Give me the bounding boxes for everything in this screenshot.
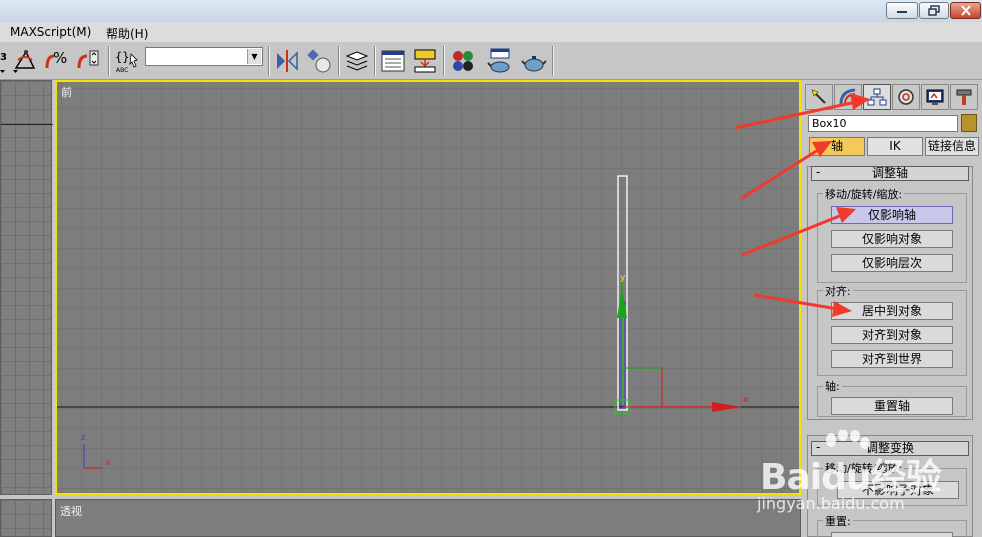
quick-render-icon[interactable]: [521, 48, 547, 74]
svg-text:%: %: [53, 49, 67, 67]
center-to-object-button[interactable]: 居中到对象: [831, 302, 953, 320]
toolbar-separator: [374, 46, 376, 76]
menu-help[interactable]: 帮助(H): [106, 25, 148, 42]
modify-icon: [839, 88, 856, 105]
toolbar-separator: [552, 46, 554, 76]
corner-x-label: x: [106, 458, 111, 467]
align-to-object-button[interactable]: 对齐到对象: [831, 326, 953, 344]
utilities-tab[interactable]: [950, 84, 978, 110]
alignment-label: 对齐:: [823, 283, 853, 299]
affect-hierarchy-only-button[interactable]: 仅影响层次: [831, 254, 953, 272]
dont-affect-children-button[interactable]: 不影响子对象: [837, 481, 959, 499]
gizmo-x-arrow: [712, 402, 742, 412]
toolbar-separator: [268, 46, 270, 76]
viewport-label-perspective[interactable]: 透视: [60, 503, 82, 519]
adjust-pivot-title: 调整轴: [871, 166, 908, 180]
motion-tab[interactable]: [892, 84, 920, 110]
collapse-toggle[interactable]: -: [816, 441, 820, 454]
align-icon[interactable]: [306, 48, 332, 74]
display-icon: [926, 89, 944, 105]
angle-snap-icon[interactable]: [12, 48, 38, 74]
toolbar-separator: [338, 46, 340, 76]
layer-manager-icon[interactable]: [344, 48, 370, 74]
collapse-toggle[interactable]: -: [816, 166, 820, 179]
create-tab[interactable]: [805, 84, 833, 110]
main-toolbar: 3 % {} ABC ▼: [0, 42, 982, 80]
spinner-snap-icon[interactable]: [76, 48, 102, 74]
display-tab[interactable]: [921, 84, 949, 110]
hammer-icon: [956, 89, 972, 105]
affect-pivot-only-button[interactable]: 仅影响轴: [831, 206, 953, 224]
perspective-viewport[interactable]: 透视: [55, 499, 801, 537]
hierarchy-icon: [867, 88, 887, 106]
object-color-swatch[interactable]: [961, 114, 977, 132]
menu-bar: MAXScript(M) 帮助(H): [0, 22, 982, 42]
percent-snap-icon[interactable]: %: [44, 48, 70, 74]
partial-toolbar-icon[interactable]: 3: [0, 48, 8, 74]
align-to-world-button[interactable]: 对齐到世界: [831, 350, 953, 368]
svg-text:ABC: ABC: [116, 67, 128, 74]
svg-text:{}: {}: [115, 50, 129, 64]
reset-group-label: 重置:: [823, 513, 853, 529]
corner-z-label: z: [81, 433, 85, 442]
close-icon: [960, 5, 971, 16]
ground-line: [1, 124, 53, 125]
move-rotate-scale-label: 移动/旋转/缩放:: [823, 186, 905, 202]
svg-text:3: 3: [0, 52, 7, 63]
reset-button-partial[interactable]: [831, 532, 953, 537]
restore-button[interactable]: [919, 2, 949, 19]
bottom-left-viewport-partial[interactable]: [0, 499, 52, 537]
render-setup-icon[interactable]: [487, 48, 513, 74]
adjust-pivot-rollout-header[interactable]: - 调整轴: [811, 166, 969, 181]
chevron-down-icon: ▼: [247, 49, 261, 64]
schematic-view-icon[interactable]: [412, 48, 438, 74]
gizmo-plane-handle-red: [622, 367, 663, 407]
minimize-button[interactable]: [886, 2, 918, 19]
named-selection-dropdown[interactable]: ▼: [145, 47, 263, 66]
modify-tab[interactable]: [834, 84, 862, 110]
mirror-icon[interactable]: [274, 48, 300, 74]
command-panel: Box10 轴 IK 链接信息 - 调整轴 移动/旋转/缩放: 仅影响轴 仅影响…: [803, 80, 982, 537]
link-info-tab-button[interactable]: 链接信息: [925, 137, 979, 156]
affect-object-only-button[interactable]: 仅影响对象: [831, 230, 953, 248]
ik-tab-button[interactable]: IK: [867, 137, 923, 156]
adjust-transform-rollout-header[interactable]: - 调整变换: [811, 441, 969, 456]
adjust-transform-title: 调整变换: [865, 441, 914, 455]
title-bar: [0, 0, 982, 22]
hierarchy-tab[interactable]: [863, 84, 891, 110]
reset-pivot-button[interactable]: 重置轴: [831, 397, 953, 415]
gizmo-y-label: y: [620, 273, 626, 283]
transform-move-label: 移动/旋转/缩放:: [823, 460, 905, 476]
pivot-tab-button[interactable]: 轴: [809, 137, 865, 156]
curve-editor-icon[interactable]: [380, 48, 406, 74]
toolbar-separator: [108, 46, 110, 76]
menu-maxscript[interactable]: MAXScript(M): [10, 25, 91, 39]
front-viewport[interactable]: 前 y x z x: [55, 80, 801, 495]
edit-named-selection-icon[interactable]: {} ABC: [114, 48, 140, 74]
motion-icon: [898, 89, 914, 105]
gizmo-x-label: x: [743, 395, 749, 405]
toolbar-separator: [443, 46, 445, 76]
left-viewport-partial[interactable]: [0, 80, 53, 495]
minimize-icon: [897, 10, 907, 13]
create-icon: [811, 89, 826, 104]
restore-icon: [928, 5, 940, 16]
close-button[interactable]: [950, 2, 981, 19]
front-viewport-canvas: y x z x: [57, 175, 799, 469]
material-editor-icon[interactable]: [450, 48, 476, 74]
pivot-group-label: 轴:: [823, 378, 842, 394]
object-name-field[interactable]: Box10: [808, 115, 958, 132]
